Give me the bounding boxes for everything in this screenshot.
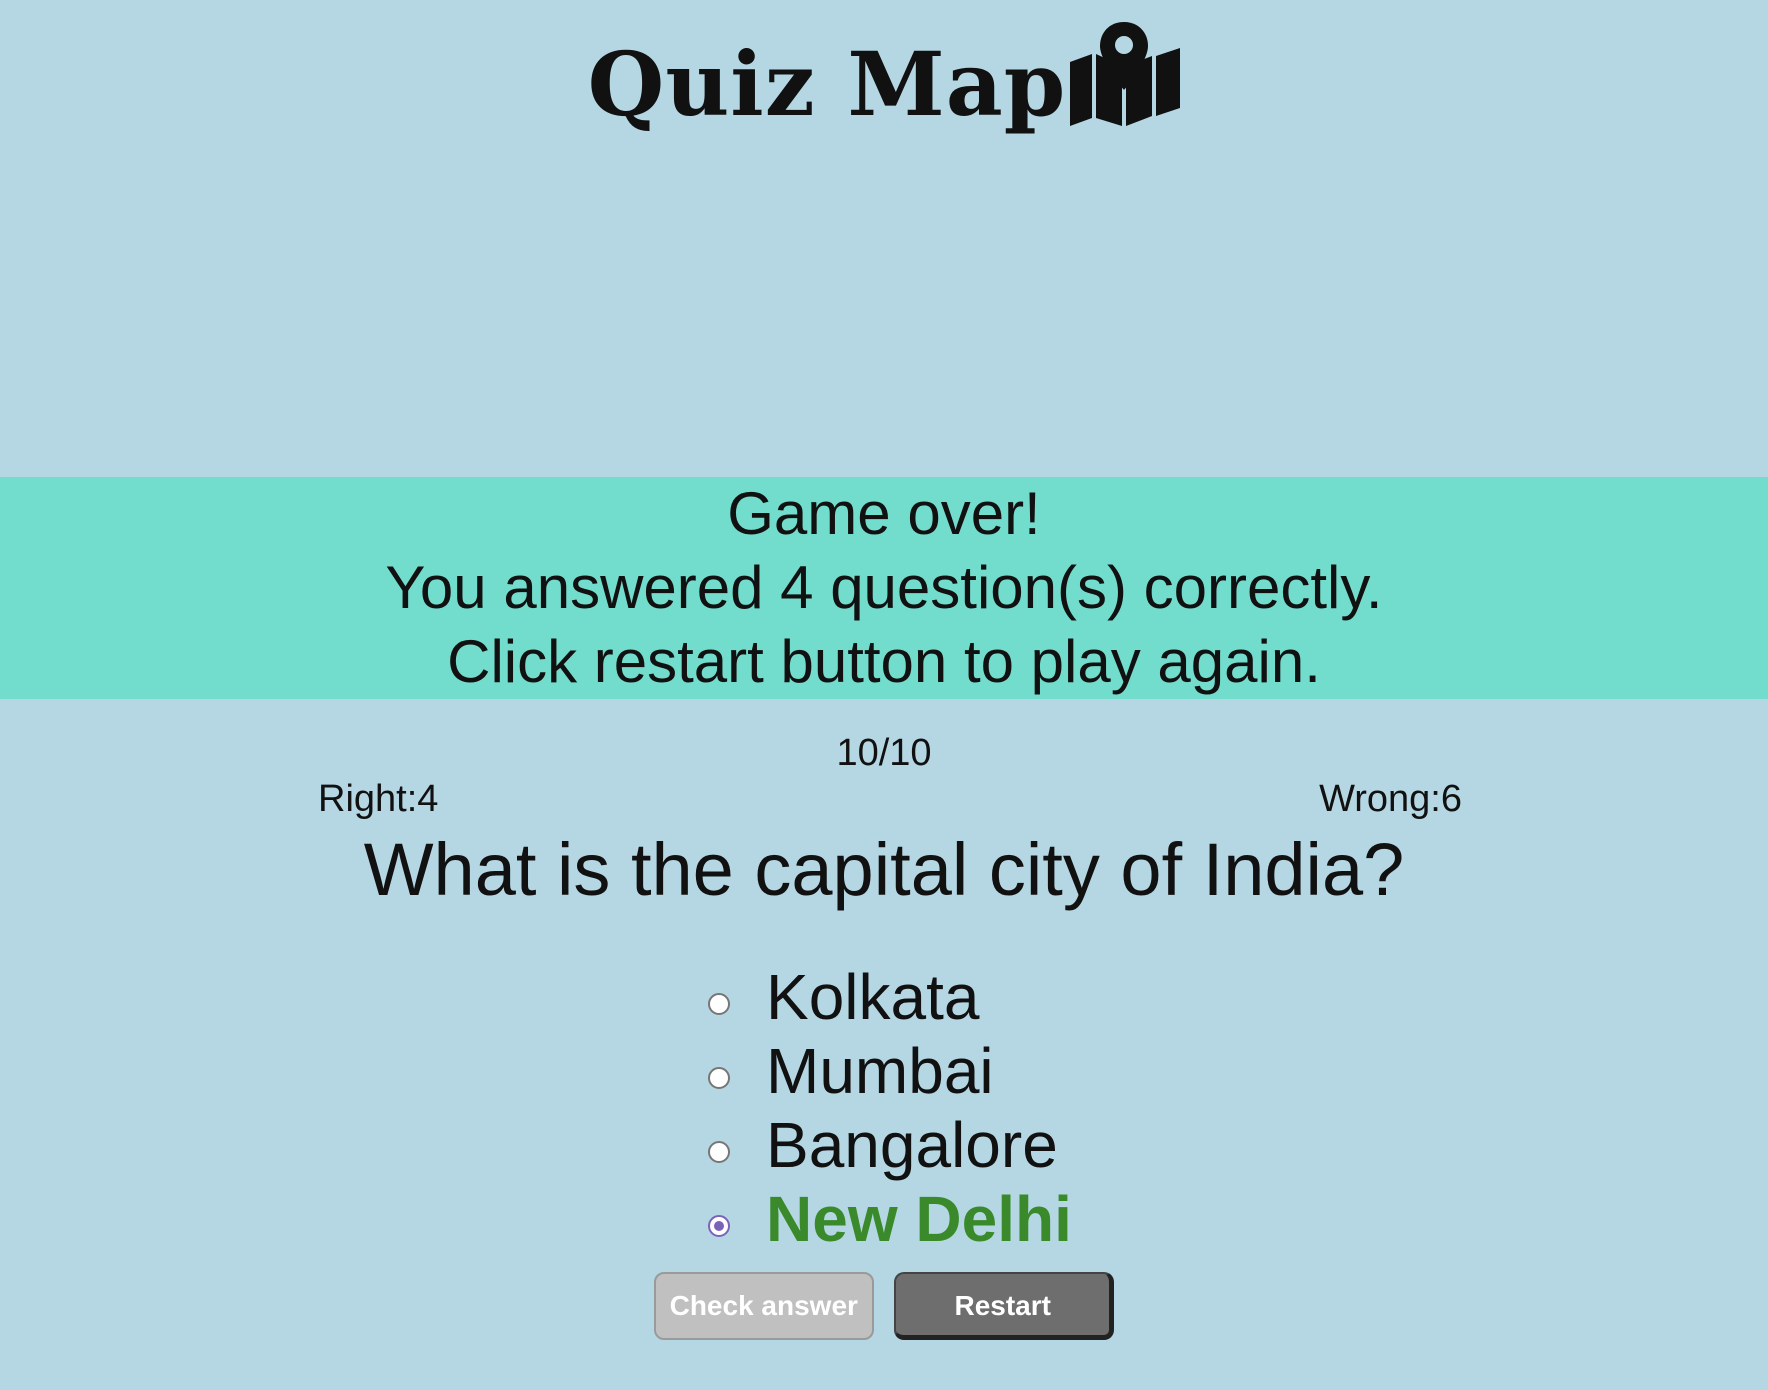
action-buttons: Check answer Restart: [0, 1272, 1768, 1340]
answer-option-bangalore[interactable]: Bangalore: [708, 1108, 1072, 1182]
map-pin-icon: [1070, 22, 1181, 126]
banner-line-instructions: Click restart button to play again.: [447, 628, 1321, 695]
answer-option-label: Bangalore: [766, 1109, 1058, 1181]
question-counter: 10/10: [836, 732, 932, 774]
banner-line-title: Game over!: [727, 480, 1041, 547]
wrong-count: Wrong:6: [1319, 778, 1462, 820]
radio-button-selected[interactable]: [708, 1215, 730, 1237]
check-answer-button[interactable]: Check answer: [653, 1272, 874, 1340]
radio-button[interactable]: [708, 1067, 730, 1089]
game-over-banner: Game over! You answered 4 question(s) co…: [0, 477, 1768, 699]
right-count: Right:4: [318, 778, 439, 820]
answer-option-mumbai[interactable]: Mumbai: [708, 1034, 1072, 1108]
radio-button[interactable]: [708, 1141, 730, 1163]
question-text: What is the capital city of India?: [363, 828, 1405, 911]
answer-option-new-delhi[interactable]: New Delhi: [708, 1182, 1072, 1256]
answer-option-label: Mumbai: [766, 1035, 994, 1107]
header: Quiz Map: [0, 22, 1768, 128]
page-title: Quiz Map: [587, 32, 1067, 136]
banner-line-score: You answered 4 question(s) correctly.: [385, 554, 1383, 621]
title-wrap: Quiz Map: [588, 22, 1181, 128]
answer-options: Kolkata Mumbai Bangalore New Delhi: [708, 960, 1072, 1256]
answer-option-kolkata[interactable]: Kolkata: [708, 960, 1072, 1034]
restart-button[interactable]: Restart: [894, 1272, 1115, 1340]
radio-button[interactable]: [708, 993, 730, 1015]
answer-option-label: Kolkata: [766, 961, 980, 1033]
answer-option-label-correct: New Delhi: [766, 1183, 1072, 1255]
